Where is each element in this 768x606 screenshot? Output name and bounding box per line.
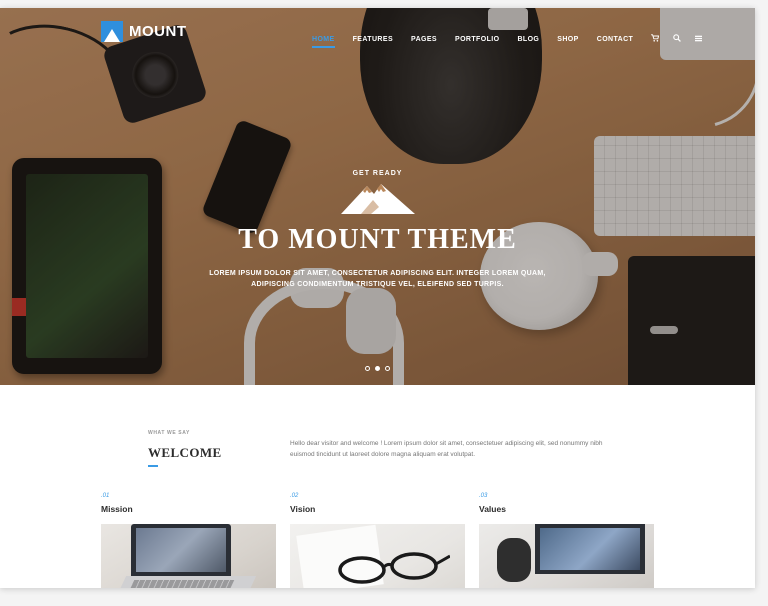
card-number: .01 bbox=[101, 493, 110, 499]
card-number: .02 bbox=[290, 493, 299, 499]
nav-item-blog[interactable]: BLOG bbox=[517, 36, 539, 47]
laptop-keyboard bbox=[115, 576, 257, 588]
card-image[interactable] bbox=[101, 524, 276, 588]
menu-icon[interactable] bbox=[695, 35, 703, 48]
feature-card-vision: .02 Vision bbox=[290, 493, 465, 588]
hero-content: GET READY TO MOUNT THEME LOREM IPSUM DOL… bbox=[0, 170, 755, 290]
hero-subtitle: LOREM IPSUM DOLOR SIT AMET, CONSECTETUR … bbox=[209, 270, 546, 288]
section-title: WELCOME bbox=[148, 445, 222, 460]
nav-item-portfolio[interactable]: PORTFOLIO bbox=[455, 36, 499, 47]
slider-dot[interactable] bbox=[365, 366, 370, 371]
nav-item-shop[interactable]: SHOP bbox=[557, 36, 578, 47]
card-title: Mission bbox=[101, 504, 133, 514]
section-kicker: WHAT WE SAY bbox=[148, 430, 190, 436]
card-title: Values bbox=[479, 504, 506, 514]
logo[interactable]: MOUNT bbox=[101, 21, 187, 42]
laptop-photo bbox=[535, 524, 645, 574]
title-underline bbox=[148, 465, 158, 467]
card-number: .03 bbox=[479, 493, 488, 499]
search-icon[interactable] bbox=[673, 34, 682, 48]
hero-title: TO MOUNT THEME bbox=[238, 224, 517, 255]
logo-mountain-icon bbox=[101, 21, 123, 42]
feature-card-mission: .01 Mission bbox=[101, 493, 276, 588]
laptop-photo bbox=[131, 524, 231, 576]
main-nav: HOME FEATURES PAGES PORTFOLIO BLOG SHOP … bbox=[312, 34, 716, 48]
card-image[interactable] bbox=[290, 524, 465, 588]
hero-slider: MOUNT HOME FEATURES PAGES PORTFOLIO BLOG… bbox=[0, 8, 755, 385]
nav-item-pages[interactable]: PAGES bbox=[411, 36, 437, 47]
card-title: Vision bbox=[290, 504, 316, 514]
nav-item-contact[interactable]: CONTACT bbox=[597, 36, 634, 47]
hero-kicker: GET READY bbox=[352, 170, 403, 177]
slider-dot-active[interactable] bbox=[375, 366, 380, 371]
section-text: Hello dear visitor and welcome ! Lorem i… bbox=[290, 440, 603, 458]
cart-icon[interactable] bbox=[651, 34, 660, 48]
mountain-icon bbox=[340, 184, 415, 214]
slider-dots bbox=[365, 366, 390, 371]
nav-item-features[interactable]: FEATURES bbox=[353, 36, 393, 47]
feature-card-values: .03 Values bbox=[479, 493, 654, 588]
glasses-photo bbox=[338, 552, 450, 584]
card-image[interactable] bbox=[479, 524, 654, 588]
logo-text: MOUNT bbox=[129, 23, 187, 40]
headphones-photo bbox=[497, 538, 531, 582]
page: MOUNT HOME FEATURES PAGES PORTFOLIO BLOG… bbox=[0, 8, 755, 588]
slider-dot[interactable] bbox=[385, 366, 390, 371]
nav-item-home[interactable]: HOME bbox=[312, 36, 335, 48]
